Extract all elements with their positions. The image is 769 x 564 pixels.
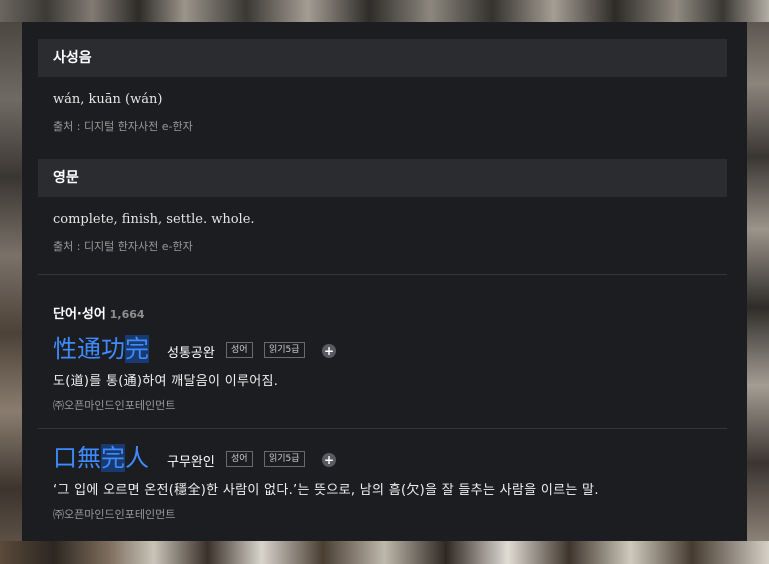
english-source: 출처 : 디지털 한자사전 e-한자: [53, 240, 193, 253]
english-text: complete, finish, settle. whole.: [53, 212, 255, 227]
word-entry: 口無完人 구무완인 성어 읽기5급 + ‘그 입에 오르면 온전(穩全)한 사람…: [53, 442, 723, 537]
entry-hanja-prefix: 性通功: [53, 335, 125, 363]
entry-source: ㈜오픈마인드인포테인먼트: [53, 508, 176, 521]
entry-tag-type: 성어: [226, 451, 253, 467]
word-entry: 性通功完 성통공완 성어 읽기5급 + 도(道)를 통(通)하여 깨달음이 이루…: [53, 333, 723, 428]
background-bottom: [0, 541, 769, 564]
entry-hanja-suffix: 人: [125, 444, 149, 472]
words-section-title: 단어·성어 1,664: [53, 303, 145, 322]
dictionary-panel: 사성음 wán, kuān (wán) 출처 : 디지털 한자사전 e-한자 영…: [22, 22, 747, 541]
entry-hanja-highlight: 完: [101, 444, 125, 472]
background-left: [0, 22, 22, 541]
entry-tag-type: 성어: [226, 342, 253, 358]
entry-divider: [38, 428, 727, 429]
entry-meaning: 도(道)를 통(通)하여 깨달음이 이루어짐.: [53, 374, 279, 389]
words-count: 1,664: [109, 308, 145, 321]
entry-hanja[interactable]: 性通功完: [53, 333, 149, 365]
entry-hanja-prefix: 口無: [53, 444, 101, 472]
pronunciation-source: 출처 : 디지털 한자사전 e-한자: [53, 120, 193, 133]
entry-reading[interactable]: 성통공완: [167, 342, 215, 361]
entry-reading[interactable]: 구무완인: [167, 451, 215, 470]
section-divider: [38, 274, 727, 275]
entry-source: ㈜오픈마인드인포테인먼트: [53, 399, 176, 412]
entry-tag-level: 읽기5급: [264, 451, 305, 467]
section-header-pronunciation: 사성음: [38, 39, 727, 77]
words-title-label: 단어·성어: [53, 307, 106, 322]
entry-meaning: ‘그 입에 오르면 온전(穩全)한 사람이 없다.’는 뜻으로, 남의 흠(欠)…: [53, 483, 599, 498]
entry-tag-level: 읽기5급: [264, 342, 305, 358]
add-icon[interactable]: +: [322, 344, 336, 358]
entry-hanja-highlight: 完: [125, 335, 149, 363]
entry-hanja[interactable]: 口無完人: [53, 442, 149, 474]
section-header-english: 영문: [38, 159, 727, 197]
background-right: [747, 22, 769, 541]
background-top: [0, 0, 769, 22]
pronunciation-text: wán, kuān (wán): [53, 92, 163, 107]
add-icon[interactable]: +: [322, 453, 336, 467]
